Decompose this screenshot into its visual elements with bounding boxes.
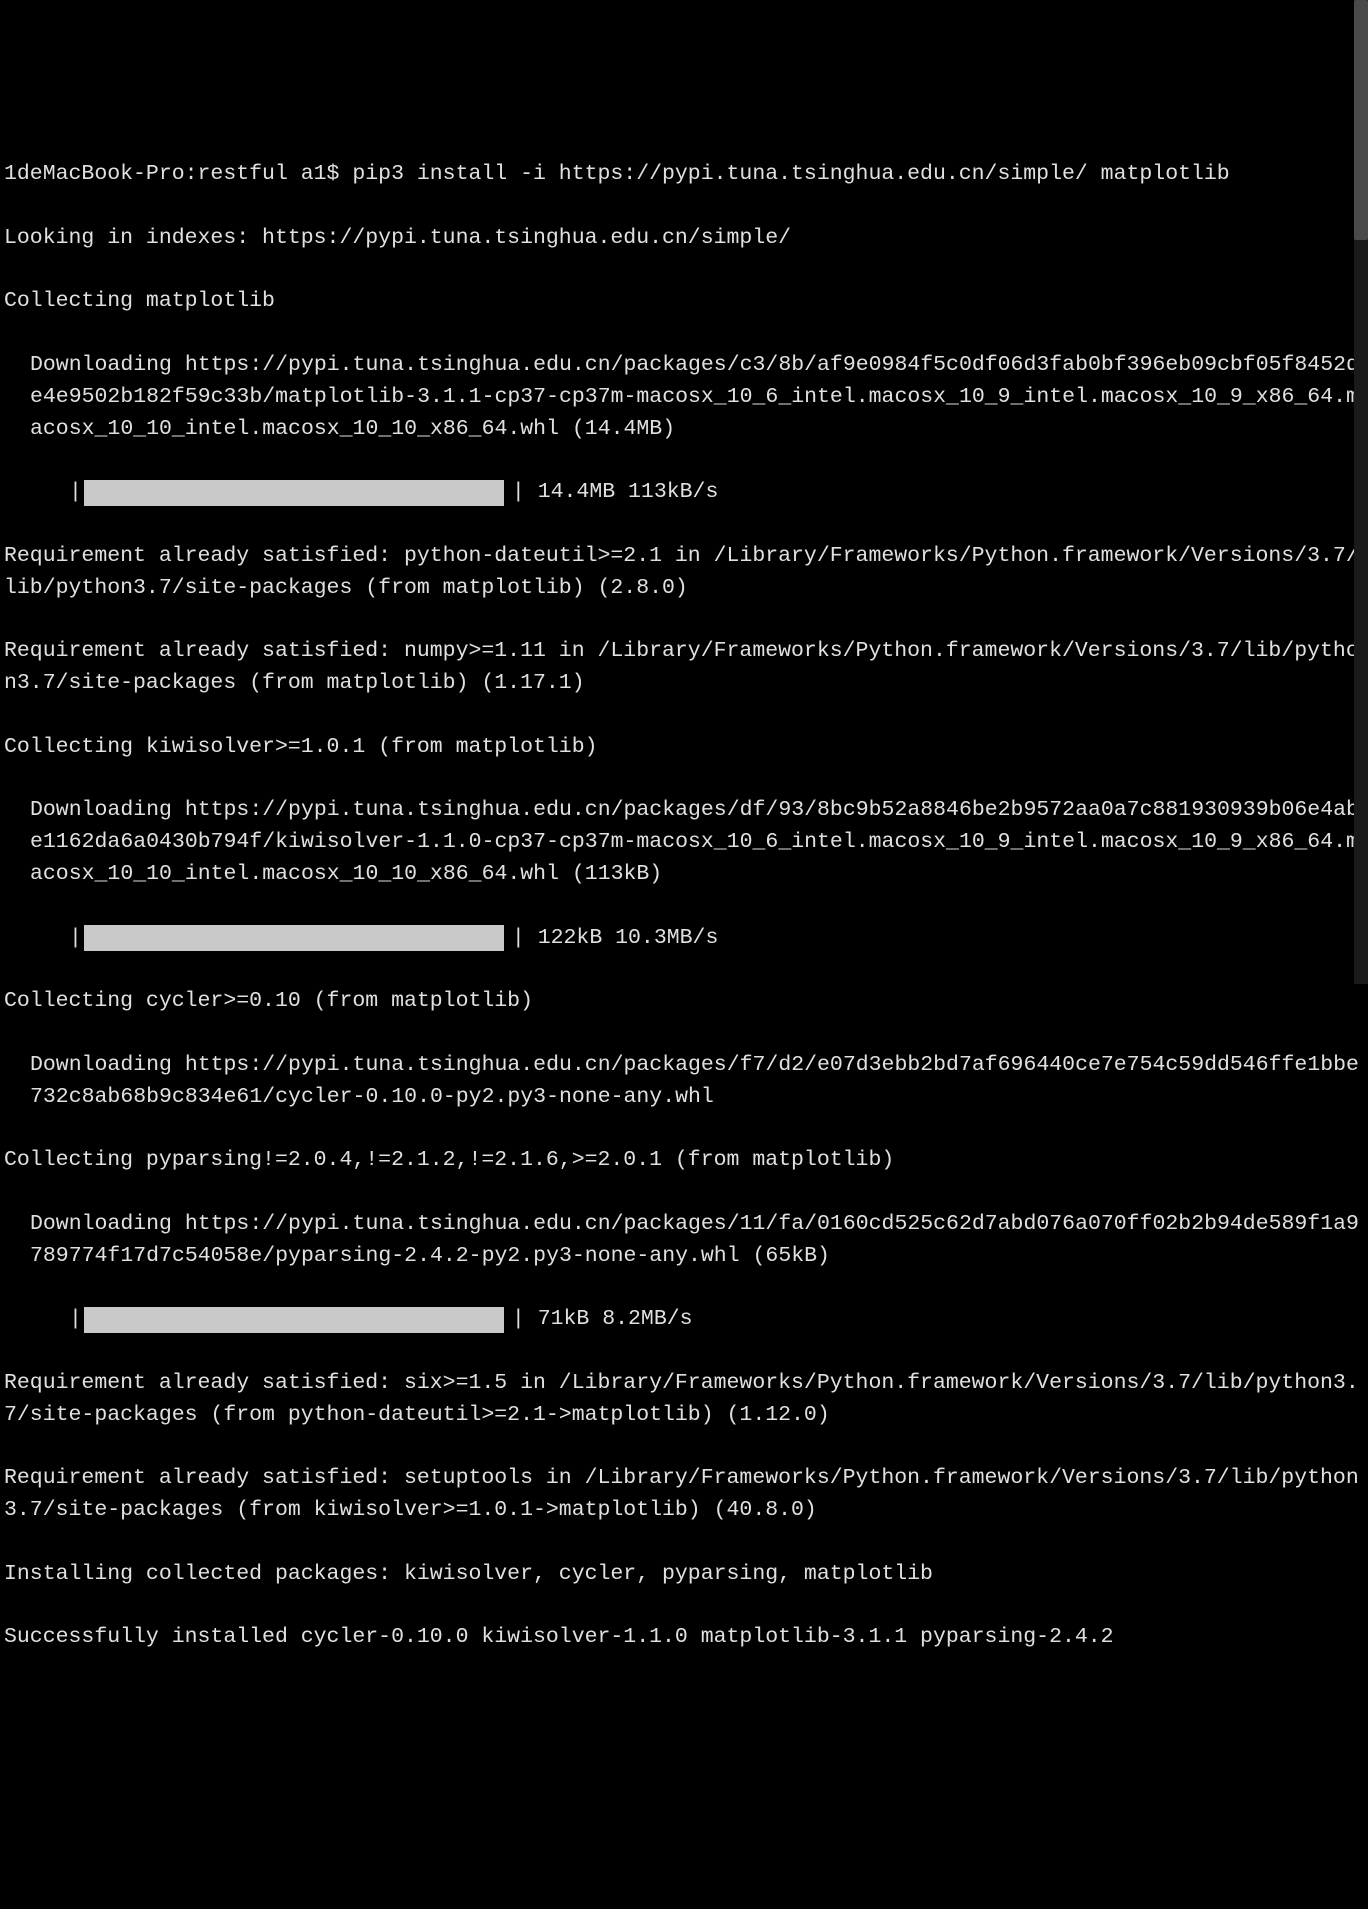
pip-collecting-cycler: Collecting cycler>=0.10 (from matplotlib…	[4, 986, 1364, 1018]
pip-installing: Installing collected packages: kiwisolve…	[4, 1559, 1364, 1591]
pip-requirement-numpy: Requirement already satisfied: numpy>=1.…	[4, 636, 1364, 700]
progress-pipe-left: |	[69, 477, 82, 509]
pip-downloading-pyparsing: Downloading https://pypi.tuna.tsinghua.e…	[4, 1209, 1364, 1273]
pip-collecting-pyparsing: Collecting pyparsing!=2.0.4,!=2.1.2,!=2.…	[4, 1145, 1364, 1177]
pip-collecting-matplotlib: Collecting matplotlib	[4, 286, 1364, 318]
terminal-output[interactable]: 1deMacBook-Pro:restful a1$ pip3 install …	[4, 127, 1364, 1686]
progress-bar	[84, 1307, 504, 1333]
progress-status-kiwisolver: | 122kB 10.3MB/s	[512, 923, 718, 955]
pip-success: Successfully installed cycler-0.10.0 kiw…	[4, 1622, 1364, 1654]
progress-row-kiwisolver: | | 122kB 10.3MB/s	[4, 923, 1364, 955]
progress-bar	[84, 480, 504, 506]
progress-row-matplotlib: | | 14.4MB 113kB/s	[4, 477, 1364, 509]
pip-requirement-six: Requirement already satisfied: six>=1.5 …	[4, 1368, 1364, 1432]
progress-bar	[84, 925, 504, 951]
progress-row-pyparsing: | | 71kB 8.2MB/s	[4, 1304, 1364, 1336]
progress-pipe-left: |	[69, 1304, 82, 1336]
pip-downloading-kiwisolver: Downloading https://pypi.tuna.tsinghua.e…	[4, 795, 1364, 890]
shell-prompt-command: 1deMacBook-Pro:restful a1$ pip3 install …	[4, 159, 1364, 191]
vertical-scrollbar[interactable]	[1354, 0, 1368, 984]
scrollbar-thumb[interactable]	[1354, 0, 1368, 240]
progress-status-pyparsing: | 71kB 8.2MB/s	[512, 1304, 693, 1336]
pip-collecting-kiwisolver: Collecting kiwisolver>=1.0.1 (from matpl…	[4, 732, 1364, 764]
pip-downloading-cycler: Downloading https://pypi.tuna.tsinghua.e…	[4, 1050, 1364, 1114]
pip-requirement-setuptools: Requirement already satisfied: setuptool…	[4, 1463, 1364, 1527]
progress-status-matplotlib: | 14.4MB 113kB/s	[512, 477, 718, 509]
pip-requirement-dateutil: Requirement already satisfied: python-da…	[4, 541, 1364, 605]
pip-downloading-matplotlib: Downloading https://pypi.tuna.tsinghua.e…	[4, 350, 1364, 445]
progress-pipe-left: |	[69, 923, 82, 955]
pip-looking-indexes: Looking in indexes: https://pypi.tuna.ts…	[4, 223, 1364, 255]
